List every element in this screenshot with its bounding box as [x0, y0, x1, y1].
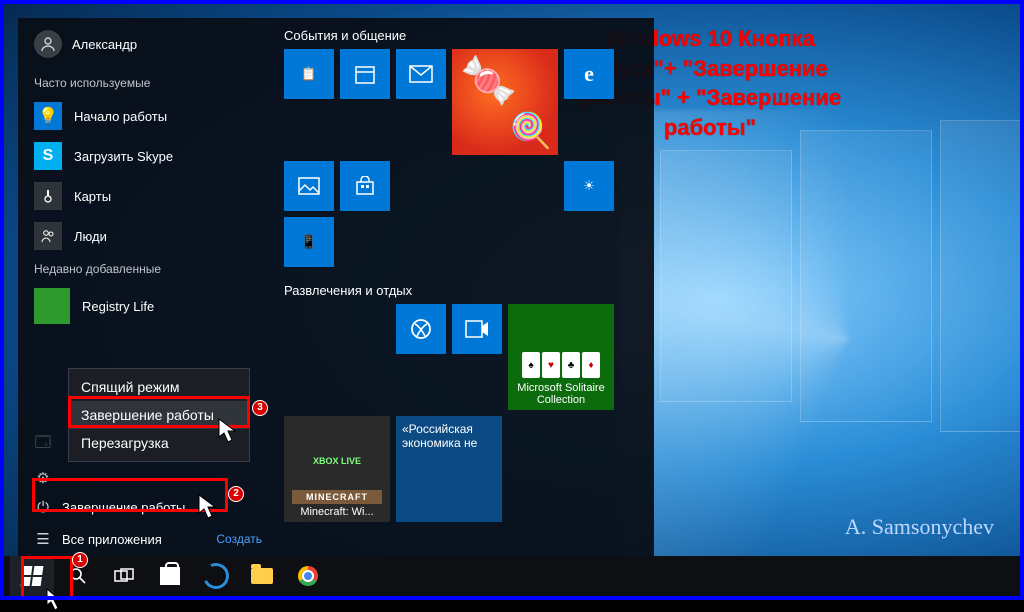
screenshot-frame	[0, 0, 1024, 600]
